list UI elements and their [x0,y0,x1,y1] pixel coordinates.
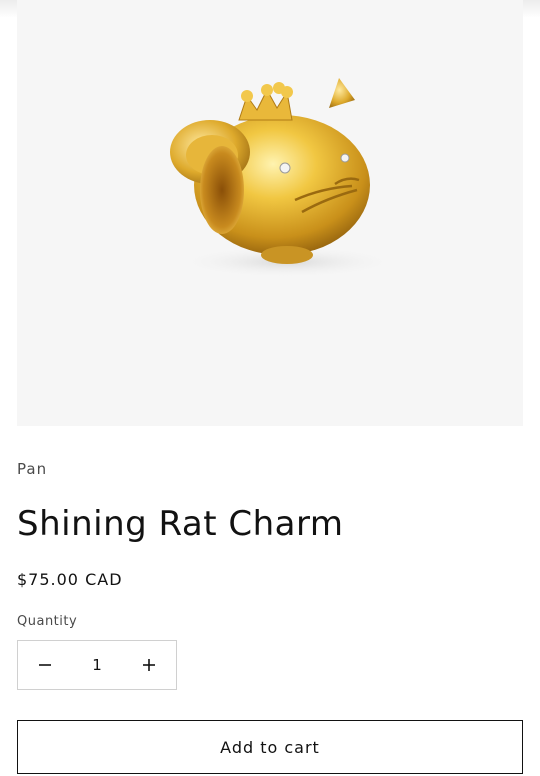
minus-icon [39,664,51,666]
product-image[interactable] [17,0,523,426]
add-to-cart-button[interactable]: Add to cart [17,720,523,774]
quantity-stepper: 1 [17,640,177,690]
rat-charm-illustration [170,78,397,278]
increase-quantity-button[interactable] [122,641,176,689]
quantity-label: Quantity [17,614,78,629]
plus-icon [143,659,155,671]
decrease-quantity-button[interactable] [18,641,72,689]
quantity-input[interactable]: 1 [72,641,122,689]
product-vendor: Pan [17,460,48,478]
product-title: Shining Rat Charm [17,504,344,544]
product-price: $75.00 CAD [17,570,123,589]
